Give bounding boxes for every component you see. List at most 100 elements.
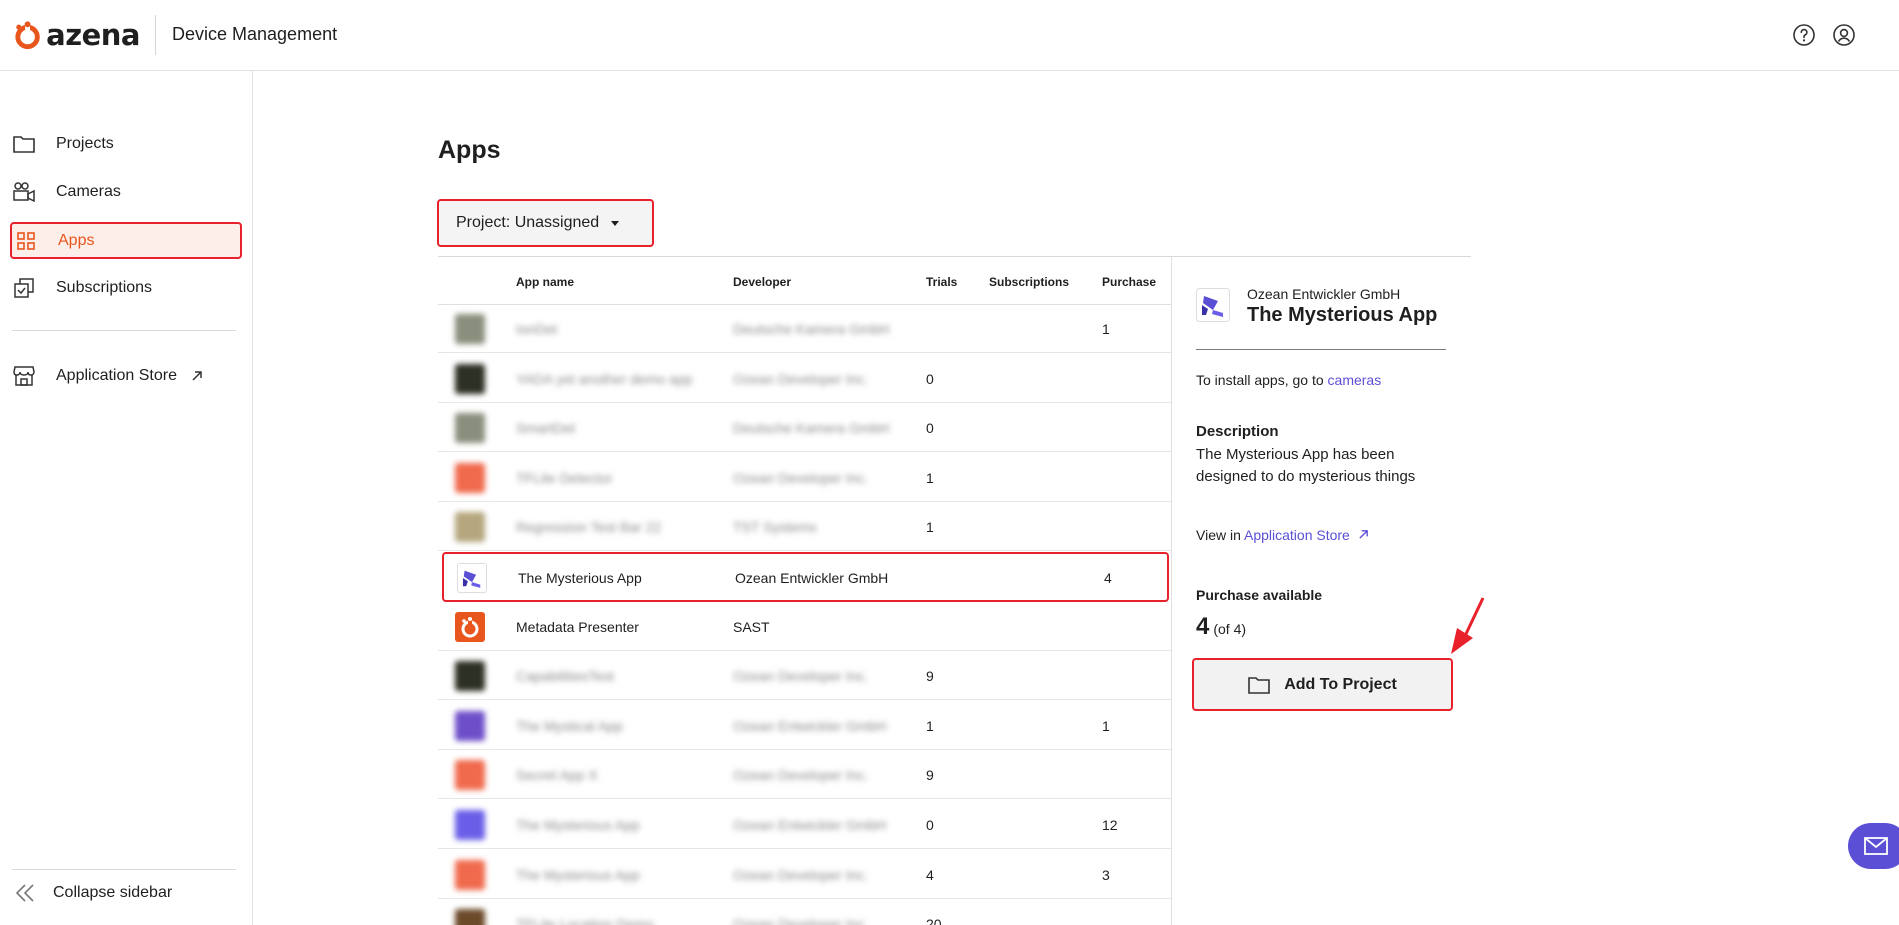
project-filter-value: Project: Unassigned <box>456 214 600 231</box>
app-name-cell: Regression Test Bar 22 <box>516 519 662 536</box>
app-name-cell: IonDet <box>516 321 558 337</box>
trials-cell: 1 <box>926 519 934 536</box>
trials-cell: 1 <box>926 717 934 734</box>
app-name-cell: The Mysterious App <box>516 817 640 833</box>
external-link-icon <box>1359 530 1368 539</box>
annotation-arrow-icon <box>1451 597 1485 654</box>
purchase-cell: 3 <box>1102 866 1110 883</box>
app-name-cell: Metadata Presenter <box>516 618 639 635</box>
purchase-cell: 12 <box>1102 817 1118 833</box>
table-header: App name Developer Trials Subscriptions … <box>438 257 1171 305</box>
developer-cell: Ozean Developer Inc. <box>733 469 869 486</box>
app-icon <box>455 611 485 642</box>
app-name-cell: The Mysterious App <box>518 570 642 586</box>
table-row[interactable]: CapabilitiesTest Ozean Developer Inc. 9 <box>438 652 1171 701</box>
trials-cell: 9 <box>926 668 934 685</box>
developer-cell: Ozean Developer Inc. <box>733 916 869 925</box>
app-icon <box>455 909 485 925</box>
camera-icon <box>12 180 36 204</box>
purchase-count: 4 (of 4) <box>1196 613 1246 641</box>
app-name-cell: TFLite Location Demo <box>516 916 654 925</box>
sidebar-divider <box>12 869 236 870</box>
purchase-available-count: 4 <box>1196 613 1210 640</box>
external-link-icon <box>192 371 202 381</box>
azena-logo[interactable]: azena <box>12 17 140 53</box>
app-name-cell: Secret App X <box>516 767 598 784</box>
developer-cell: Ozean Entwickler GmbH <box>735 570 889 586</box>
table-row[interactable]: The Mystical App Ozean Entwickler GmbH 1 1 <box>438 702 1171 750</box>
trials-cell: 4 <box>926 866 934 883</box>
purchase-total: (of 4) <box>1213 621 1247 637</box>
table-row[interactable]: Metadata Presenter SAST <box>438 603 1171 651</box>
purchase-heading: Purchase available <box>1196 587 1323 603</box>
apps-grid-icon <box>14 229 38 253</box>
sidebar-item-label: Application Store <box>56 367 177 384</box>
sidebar-item-label: Projects <box>56 135 114 152</box>
table-row-selected[interactable]: The Mysterious App Ozean Entwickler GmbH 4 <box>442 552 1169 602</box>
sidebar-item-cameras[interactable]: Cameras <box>12 175 241 209</box>
install-hint-text: To install apps, go to <box>1196 372 1328 388</box>
trials-cell: 1 <box>926 469 934 486</box>
table-row[interactable]: SmartDet Deutsche Kamera GmbH 0 <box>438 404 1171 453</box>
app-icon <box>455 760 485 791</box>
sidebar-divider <box>12 330 236 331</box>
table-row[interactable]: The Mysterious App Ozean Entwickler GmbH 0… <box>438 801 1171 849</box>
folder-icon <box>1248 676 1271 694</box>
sidebar-item-apps[interactable]: Apps <box>10 222 242 259</box>
column-header-trials[interactable]: Trials <box>926 275 957 289</box>
sidebar-item-projects[interactable]: Projects <box>12 127 241 161</box>
developer-cell: SAST <box>733 618 770 635</box>
column-header-subscriptions[interactable]: Subscriptions <box>989 275 1069 289</box>
app-icon <box>457 563 487 593</box>
developer-cell: Ozean Entwickler GmbH <box>733 817 887 833</box>
page-section-title: Device Management <box>172 24 338 44</box>
view-in-store-text: View in <box>1196 527 1244 543</box>
table-row[interactable]: YADA yet another demo app Ozean Developer… <box>438 355 1171 403</box>
sidebar-item-subscriptions[interactable]: Subscriptions <box>12 271 241 305</box>
sidebar-item-label: Cameras <box>56 183 121 200</box>
add-to-project-label: Add To Project <box>1284 675 1397 693</box>
apps-table: App name Developer Trials Subscriptions … <box>438 257 1171 925</box>
account-icon[interactable] <box>1832 23 1856 47</box>
table-row[interactable]: Secret App X Ozean Developer Inc. 9 <box>438 751 1171 800</box>
table-row[interactable]: TFLite Detector Ozean Developer Inc. 1 <box>438 454 1171 502</box>
install-hint: To install apps, go to cameras <box>1196 372 1381 388</box>
app-name-cell: YADA yet another demo app <box>516 370 693 387</box>
detail-developer: Ozean Entwickler GmbH <box>1247 286 1401 302</box>
column-header-purchase[interactable]: Purchase <box>1102 275 1156 289</box>
logo-wordmark: azena <box>46 18 140 52</box>
description-heading: Description <box>1196 423 1279 440</box>
subscriptions-icon <box>12 276 36 300</box>
project-filter-dropdown[interactable]: Project: Unassigned <box>437 199 654 247</box>
description-text: The Mysterious App has been designed to … <box>1196 446 1416 485</box>
page-title: Apps <box>438 136 501 164</box>
column-header-developer[interactable]: Developer <box>733 275 791 289</box>
mysterious-app-icon <box>1196 288 1230 322</box>
trials-cell: 0 <box>926 817 934 833</box>
column-header-app-name[interactable]: App name <box>516 275 574 289</box>
app-name-cell: SmartDet <box>516 420 576 437</box>
application-store-link[interactable]: Application Store <box>1244 527 1350 543</box>
app-header: azena Device Management <box>0 0 1899 71</box>
contact-mail-button[interactable] <box>1848 823 1899 869</box>
help-circle-icon[interactable] <box>1792 23 1816 47</box>
app-icon <box>455 661 485 692</box>
developer-cell: Ozean Entwickler GmbH <box>733 717 887 734</box>
table-row[interactable]: TFLite Location Demo Ozean Developer Inc.… <box>438 900 1171 925</box>
cameras-link[interactable]: cameras <box>1328 372 1382 388</box>
purchase-cell: 1 <box>1102 321 1110 337</box>
developer-cell: Deutsche Kamera GmbH <box>733 420 890 437</box>
table-row[interactable]: The Mysterious App Ozean Developer Inc. 4 3 <box>438 851 1171 899</box>
app-icon <box>455 363 485 394</box>
trials-cell: 0 <box>926 420 934 437</box>
store-icon <box>12 364 36 388</box>
collapse-sidebar-button[interactable]: Collapse sidebar <box>14 882 172 904</box>
sidebar-item-label: Apps <box>58 231 95 249</box>
developer-cell: TST Systems <box>733 519 817 536</box>
table-row[interactable]: IonDet Deutsche Kamera GmbH 1 <box>438 305 1171 353</box>
sidebar-item-application-store[interactable]: Application Store <box>12 359 241 393</box>
purchase-cell: 1 <box>1102 717 1110 734</box>
add-to-project-button[interactable]: Add To Project <box>1192 658 1453 711</box>
table-row[interactable]: Regression Test Bar 22 TST Systems 1 <box>438 503 1171 552</box>
app-icon <box>455 810 485 840</box>
